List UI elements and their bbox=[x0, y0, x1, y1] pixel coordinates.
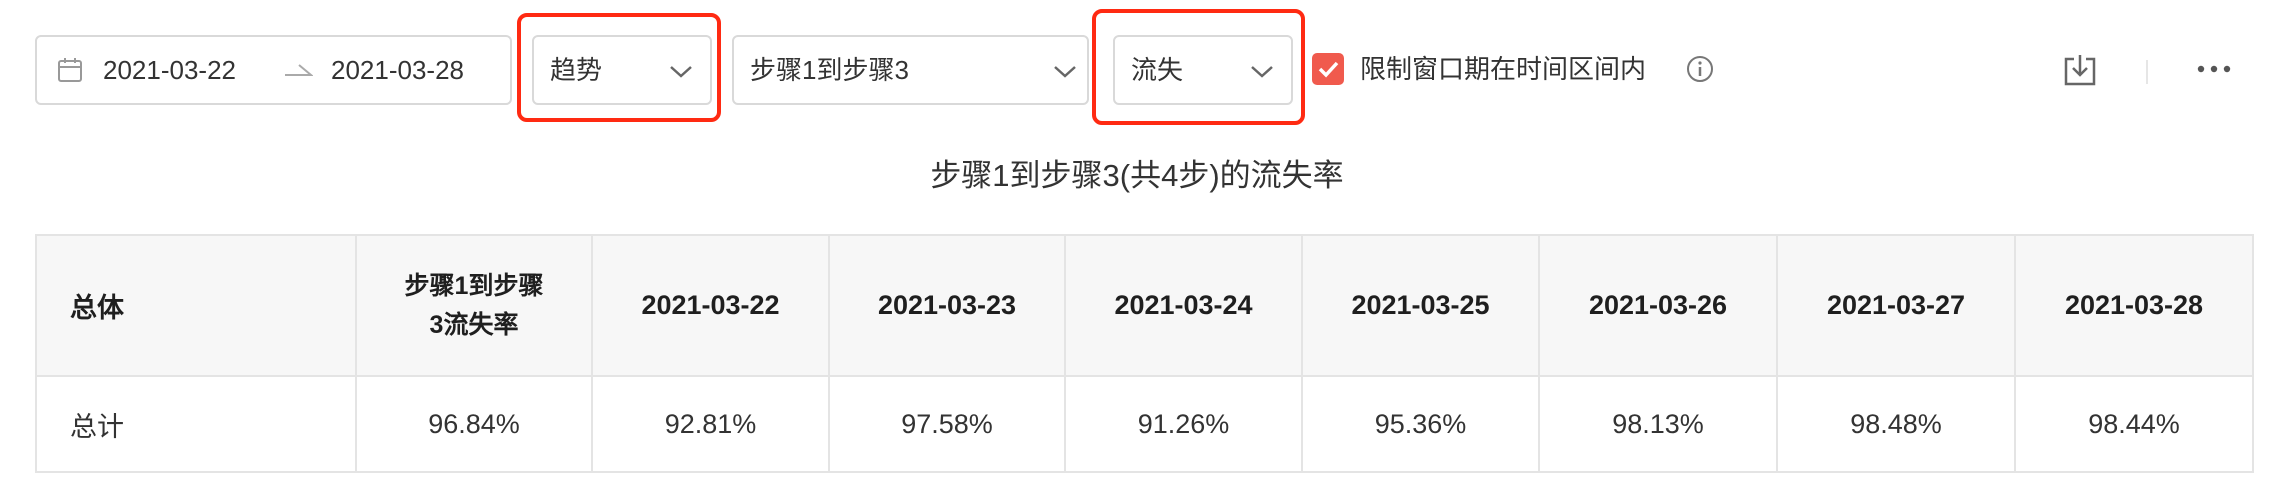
step-range-value: 步骤1到步骤3 bbox=[750, 55, 909, 85]
window-limit-checkbox[interactable] bbox=[1312, 53, 1344, 85]
date-range-picker[interactable]: 2021-03-22 2021-03-28 bbox=[35, 35, 512, 105]
daily-rate-cell: 98.48% bbox=[1776, 375, 2016, 473]
date-header: 2021-03-28 bbox=[2014, 234, 2254, 377]
info-icon[interactable] bbox=[1686, 55, 1714, 83]
metric-header: 步骤1到步骤 3流失率 bbox=[355, 234, 593, 377]
step-range-select[interactable]: 步骤1到步骤3 bbox=[732, 35, 1089, 105]
funnel-churn-table: 总体 步骤1到步骤 3流失率 2021-03-22 2021-03-23 202… bbox=[35, 234, 2254, 473]
chevron-down-icon bbox=[1251, 66, 1273, 78]
toolbar-divider bbox=[2146, 60, 2148, 84]
metric-value: 流失 bbox=[1131, 55, 1184, 85]
display-mode-value: 趋势 bbox=[550, 55, 603, 85]
check-icon bbox=[1318, 61, 1339, 78]
table-row: 总计 96.84% 92.81% 97.58% 91.26% 95.36% 98… bbox=[35, 375, 2254, 473]
group-header: 总体 bbox=[35, 234, 357, 377]
chevron-down-icon bbox=[1054, 66, 1076, 78]
daily-rate-cell: 95.36% bbox=[1301, 375, 1540, 473]
date-header: 2021-03-26 bbox=[1538, 234, 1778, 377]
end-date[interactable]: 2021-03-28 bbox=[331, 37, 464, 103]
calendar-icon bbox=[58, 58, 82, 82]
start-date[interactable]: 2021-03-22 bbox=[103, 37, 236, 103]
report-title: 步骤1到步骤3(共4步)的流失率 bbox=[930, 158, 1344, 193]
daily-rate-cell: 91.26% bbox=[1064, 375, 1303, 473]
window-limit-label[interactable]: 限制窗口期在时间区间内 bbox=[1360, 53, 1646, 85]
range-arrow-icon bbox=[285, 64, 313, 76]
daily-rate-cell: 97.58% bbox=[828, 375, 1066, 473]
daily-rate-cell: 98.44% bbox=[2014, 375, 2254, 473]
filter-toolbar: 2021-03-22 2021-03-28 趋势 步骤1到步骤3 流失 限制窗口… bbox=[0, 0, 2274, 140]
date-header: 2021-03-22 bbox=[591, 234, 830, 377]
download-icon[interactable] bbox=[2063, 53, 2097, 87]
daily-rate-cell: 98.13% bbox=[1538, 375, 1778, 473]
chevron-down-icon bbox=[670, 66, 692, 78]
metric-select[interactable]: 流失 bbox=[1113, 35, 1293, 105]
metric-header-line2: 3流失率 bbox=[429, 310, 519, 339]
date-header: 2021-03-24 bbox=[1064, 234, 1303, 377]
date-header: 2021-03-25 bbox=[1301, 234, 1540, 377]
date-header: 2021-03-23 bbox=[828, 234, 1066, 377]
row-label: 总计 bbox=[35, 375, 357, 473]
date-header: 2021-03-27 bbox=[1776, 234, 2016, 377]
display-mode-select[interactable]: 趋势 bbox=[532, 35, 712, 105]
table-header-row: 总体 步骤1到步骤 3流失率 2021-03-22 2021-03-23 202… bbox=[35, 234, 2254, 377]
daily-rate-cell: 92.81% bbox=[591, 375, 830, 473]
overall-rate-cell: 96.84% bbox=[355, 375, 593, 473]
metric-header-line1: 步骤1到步骤 bbox=[404, 271, 544, 300]
more-icon[interactable] bbox=[2197, 62, 2231, 76]
